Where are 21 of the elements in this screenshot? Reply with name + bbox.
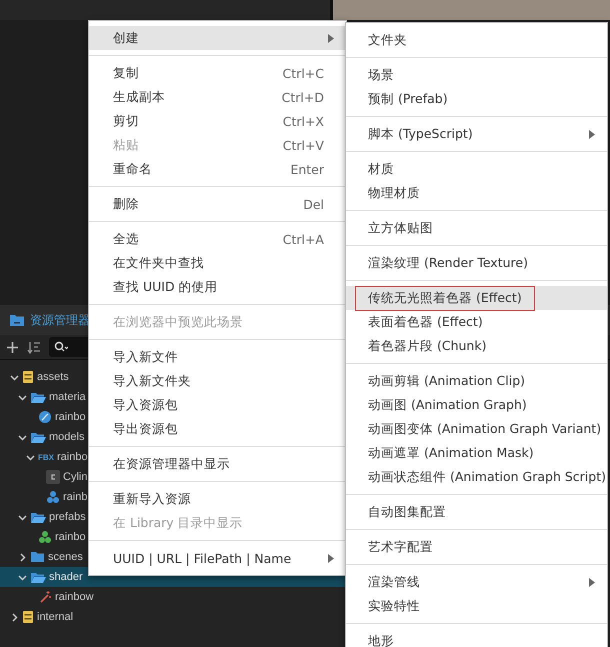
tree-label: assets (37, 371, 69, 383)
shortcut-label: Ctrl+C (282, 66, 324, 80)
tree-label: prefabs (49, 511, 86, 523)
tree-label: rainbo (55, 411, 86, 423)
shortcut-label: Ctrl+A (282, 232, 324, 246)
tree-label: Cylin (63, 471, 88, 483)
tree-label: models (49, 431, 84, 443)
tree-label: rainbo (57, 451, 88, 463)
fbx-tag: FBX (38, 452, 54, 462)
tree-label: rainb (63, 491, 88, 503)
shortcut-label: Ctrl+X (282, 114, 324, 128)
tree-label: shader (49, 571, 83, 583)
tree-label: rainbow (55, 591, 94, 603)
tree-label: materia (49, 391, 86, 403)
shortcut-label: Enter (290, 162, 324, 176)
tree-label: rainbo (55, 531, 86, 543)
shortcut-label: Del (303, 196, 324, 212)
shortcut-label: Ctrl+V (282, 138, 324, 152)
tree-label: internal (37, 611, 74, 623)
tree-label: scenes (48, 551, 83, 563)
shortcut-label: Ctrl+D (282, 90, 324, 104)
